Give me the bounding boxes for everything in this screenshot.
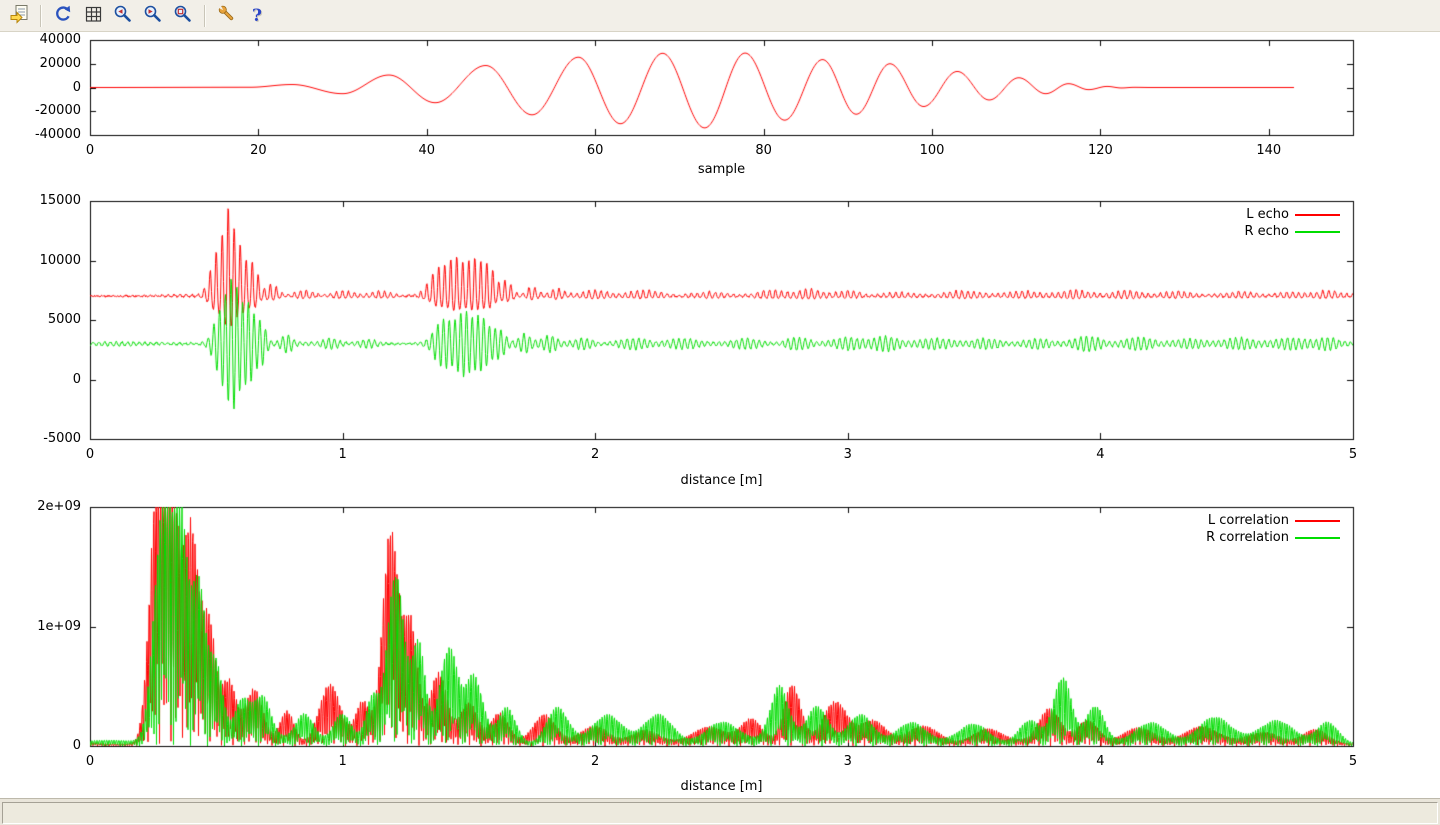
autoscale-icon — [172, 3, 194, 29]
autoscale-button[interactable] — [169, 2, 197, 30]
y-tick-label: 15000 — [0, 193, 81, 209]
x-tick-label: 4 — [1055, 447, 1145, 463]
replot-button[interactable] — [49, 2, 77, 30]
x-axis-label: distance [m] — [622, 473, 822, 489]
x-tick-label: 120 — [1055, 143, 1145, 159]
zoom-next-icon — [142, 3, 164, 29]
y-tick-label: 0 — [0, 738, 81, 754]
legend-label: L echo — [1089, 207, 1289, 223]
toolbar-separator — [40, 5, 42, 27]
legend-label: R echo — [1089, 224, 1289, 240]
x-tick-label: 3 — [803, 754, 893, 770]
x-axis-label: distance [m] — [622, 779, 822, 795]
x-tick-label: 3 — [803, 447, 893, 463]
x-tick-label: 60 — [550, 143, 640, 159]
grid-icon — [82, 3, 104, 29]
x-tick-label: 80 — [719, 143, 809, 159]
y-tick-label: 0 — [0, 372, 81, 388]
x-tick-label: 140 — [1224, 143, 1314, 159]
help-icon: ? — [252, 6, 262, 26]
toolbar: ? — [0, 0, 1440, 32]
zoom-previous-button[interactable] — [109, 2, 137, 30]
x-tick-label: 5 — [1308, 754, 1398, 770]
x-tick-label: 5 — [1308, 447, 1398, 463]
x-tick-label: 20 — [213, 143, 303, 159]
y-tick-label: 20000 — [0, 56, 81, 72]
copy-icon — [8, 3, 30, 29]
y-tick-label: 1e+09 — [0, 619, 81, 635]
refresh-icon — [52, 3, 74, 29]
toggle-grid-button[interactable] — [79, 2, 107, 30]
y-tick-label: -20000 — [0, 103, 81, 119]
legend-label: L correlation — [1089, 513, 1289, 529]
status-bar-field — [2, 802, 1438, 824]
zoom-previous-icon — [112, 3, 134, 29]
gnuplot-window: ? -40000-2000002000040000020406080100120… — [0, 0, 1440, 825]
y-tick-label: 5000 — [0, 312, 81, 328]
y-tick-label: -40000 — [0, 127, 81, 143]
wrench-icon — [216, 3, 238, 29]
x-tick-label: 40 — [382, 143, 472, 159]
y-tick-label: 2e+09 — [0, 499, 81, 515]
x-tick-label: 2 — [550, 447, 640, 463]
configure-button[interactable] — [213, 2, 241, 30]
y-tick-label: 0 — [0, 80, 81, 96]
x-axis-label: sample — [622, 162, 822, 178]
x-tick-label: 2 — [550, 754, 640, 770]
legend-line-sample — [1295, 231, 1340, 233]
x-tick-label: 0 — [45, 447, 135, 463]
help-button[interactable]: ? — [243, 2, 271, 30]
y-tick-label: -5000 — [0, 431, 81, 447]
zoom-next-button[interactable] — [139, 2, 167, 30]
x-tick-label: 4 — [1055, 754, 1145, 770]
legend-line-sample — [1295, 520, 1340, 522]
copy-to-clipboard-button[interactable] — [5, 2, 33, 30]
y-tick-label: 10000 — [0, 253, 81, 269]
plot-area: -40000-200000200004000002040608010012014… — [0, 32, 1440, 798]
legend-line-sample — [1295, 537, 1340, 539]
legend-label: R correlation — [1089, 530, 1289, 546]
x-tick-label: 0 — [45, 143, 135, 159]
x-tick-label: 1 — [298, 447, 388, 463]
toolbar-separator — [204, 5, 206, 27]
x-tick-label: 1 — [298, 754, 388, 770]
legend-line-sample — [1295, 214, 1340, 216]
y-tick-label: 40000 — [0, 32, 81, 48]
x-tick-label: 100 — [887, 143, 977, 159]
x-tick-label: 0 — [45, 754, 135, 770]
status-bar — [0, 798, 1440, 825]
